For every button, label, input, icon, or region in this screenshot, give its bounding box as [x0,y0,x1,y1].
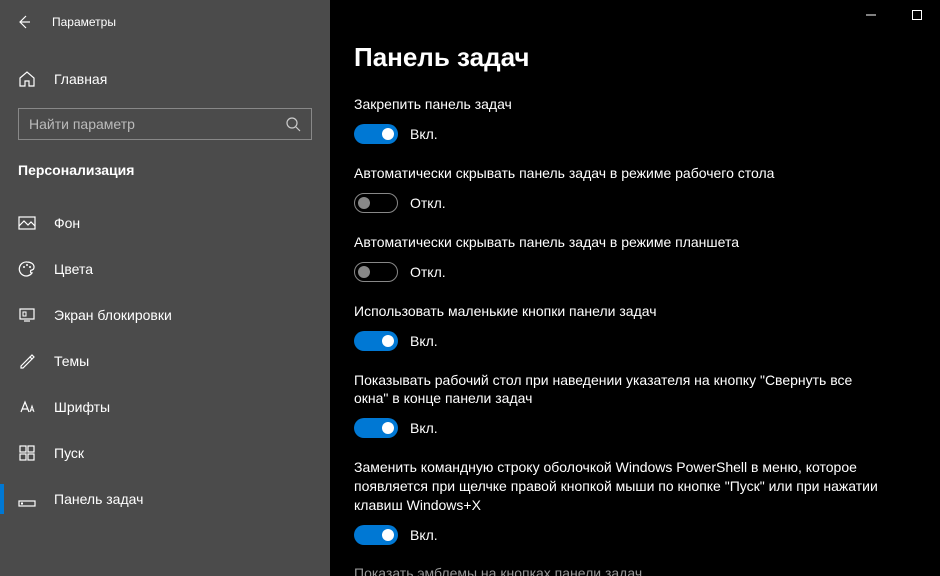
sidebar-item-label: Цвета [54,261,93,277]
setting-row: Показывать рабочий стол при наведении ук… [354,371,884,439]
setting-label: Автоматически скрывать панель задач в ре… [354,233,884,252]
sidebar-item-label: Фон [54,215,80,231]
setting-label: Заменить командную строку оболочкой Wind… [354,458,884,515]
footer-label: Показать эмблемы на кнопках панели задач [354,565,916,576]
sidebar-item-label: Пуск [54,445,84,461]
home-icon [18,70,36,88]
setting-row: Закрепить панель задач Вкл. [354,95,884,144]
themes-icon [18,352,36,370]
toggle-knob [382,529,394,541]
toggle-switch[interactable] [354,418,398,438]
toggle-row: Вкл. [354,418,884,438]
home-nav[interactable]: Главная [0,60,330,98]
back-button[interactable] [14,12,34,32]
sidebar: Параметры Главная Персонализация Фон Цве… [0,0,330,576]
arrow-left-icon [16,14,32,30]
main-panel: Панель задач Закрепить панель задач Вкл. А… [330,0,940,576]
toggle-row: Откл. [354,262,884,282]
maximize-icon [912,10,922,20]
sidebar-item-start[interactable]: Пуск [0,430,330,476]
toggle-state-label: Вкл. [410,420,438,436]
titlebar: Параметры [0,0,330,44]
setting-label: Закрепить панель задач [354,95,884,114]
setting-label: Использовать маленькие кнопки панели зад… [354,302,884,321]
toggle-knob [382,128,394,140]
setting-row: Использовать маленькие кнопки панели зад… [354,302,884,351]
search-input[interactable] [29,116,285,132]
setting-label: Автоматически скрывать панель задач в ре… [354,164,884,183]
toggle-switch[interactable] [354,124,398,144]
toggle-state-label: Откл. [410,195,446,211]
fonts-icon [18,398,36,416]
toggle-switch[interactable] [354,193,398,213]
toggle-switch[interactable] [354,262,398,282]
sidebar-item-fonts[interactable]: Шрифты [0,384,330,430]
start-icon [18,444,36,462]
sidebar-item-label: Шрифты [54,399,110,415]
settings-list: Закрепить панель задач Вкл. Автоматически … [354,95,916,545]
sidebar-item-background[interactable]: Фон [0,200,330,246]
toggle-state-label: Вкл. [410,126,438,142]
window-title: Параметры [52,15,116,29]
toggle-switch[interactable] [354,331,398,351]
sidebar-item-label: Экран блокировки [54,307,172,323]
sidebar-item-themes[interactable]: Темы [0,338,330,384]
toggle-knob [358,266,370,278]
section-label: Персонализация [0,146,330,188]
toggle-knob [382,422,394,434]
search-box[interactable] [18,108,312,140]
sidebar-item-lockscreen[interactable]: Экран блокировки [0,292,330,338]
window-controls [848,0,940,30]
picture-icon [18,214,36,232]
home-label: Главная [54,71,107,87]
minimize-button[interactable] [848,0,894,30]
setting-row: Автоматически скрывать панель задач в ре… [354,233,884,282]
toggle-state-label: Вкл. [410,527,438,543]
toggle-state-label: Откл. [410,264,446,280]
setting-row: Автоматически скрывать панель задач в ре… [354,164,884,213]
toggle-knob [382,335,394,347]
search-icon [285,116,301,132]
maximize-button[interactable] [894,0,940,30]
nav-list: Фон Цвета Экран блокировки Темы Шрифты П… [0,200,330,522]
toggle-state-label: Вкл. [410,333,438,349]
toggle-row: Вкл. [354,124,884,144]
sidebar-item-label: Панель задач [54,491,143,507]
toggle-knob [358,197,370,209]
toggle-row: Вкл. [354,525,884,545]
lockscreen-icon [18,306,36,324]
search-container [0,98,330,146]
page-title: Панель задач [354,42,916,73]
sidebar-item-label: Темы [54,353,89,369]
sidebar-item-taskbar[interactable]: Панель задач [0,476,330,522]
toggle-switch[interactable] [354,525,398,545]
setting-row: Заменить командную строку оболочкой Wind… [354,458,884,545]
toggle-row: Вкл. [354,331,884,351]
toggle-row: Откл. [354,193,884,213]
taskbar-icon [18,490,36,508]
setting-label: Показывать рабочий стол при наведении ук… [354,371,884,409]
minimize-icon [866,10,876,20]
palette-icon [18,260,36,278]
sidebar-item-colors[interactable]: Цвета [0,246,330,292]
